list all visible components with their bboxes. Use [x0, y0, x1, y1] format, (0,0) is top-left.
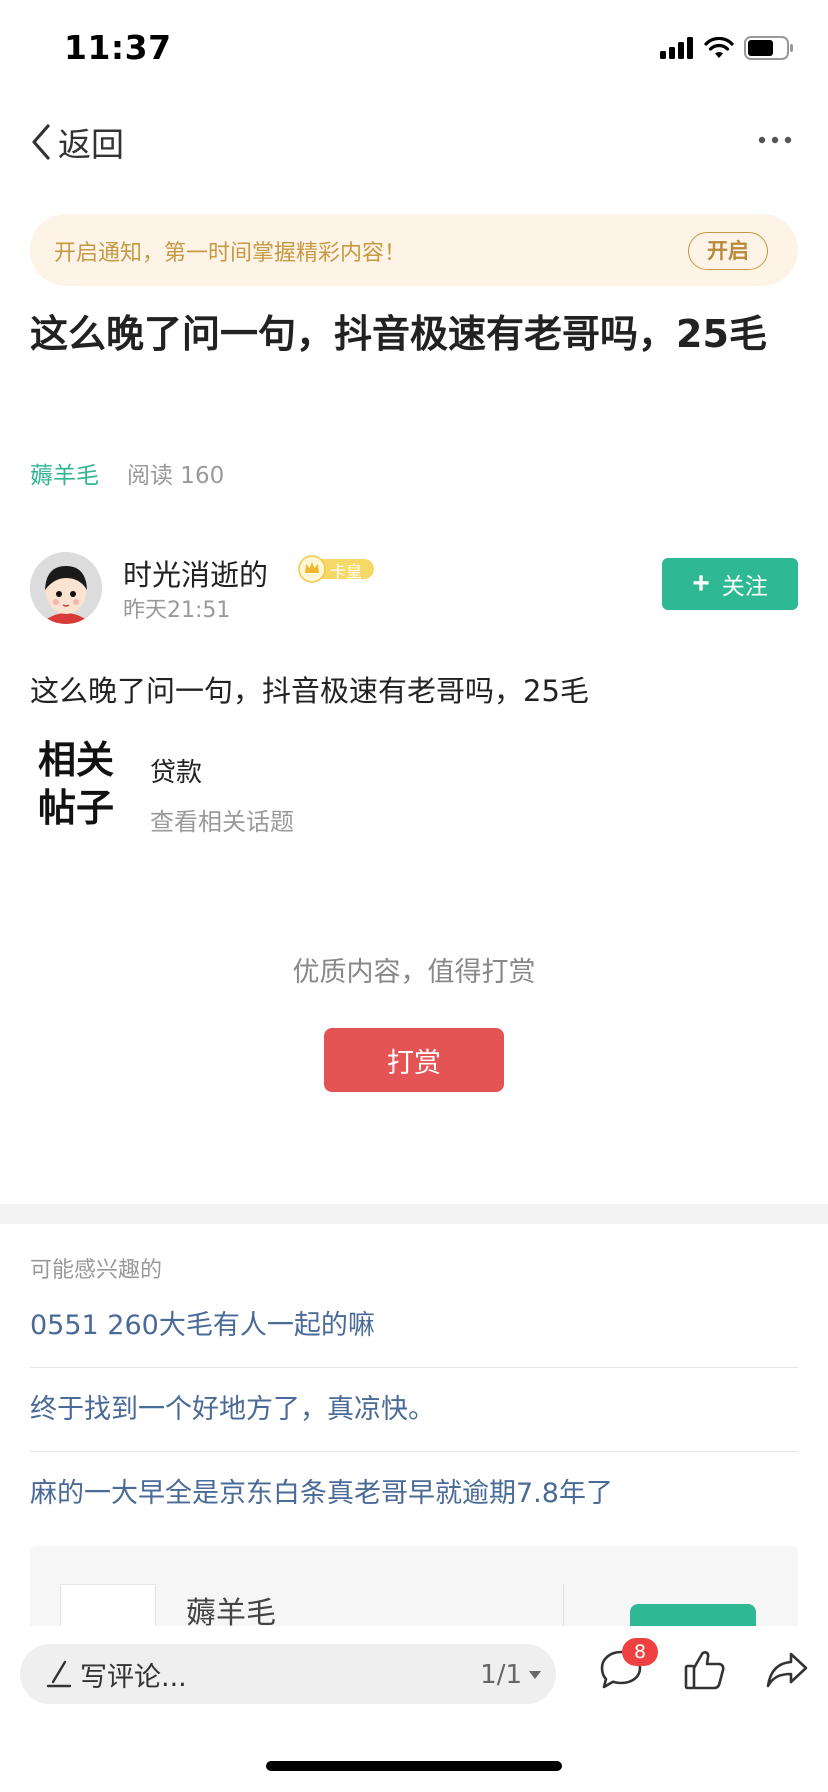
- post-body: 这么晚了问一句，抖音极速有老哥吗，25毛: [30, 674, 589, 708]
- wifi-icon: [704, 37, 734, 58]
- share-button[interactable]: [764, 1648, 810, 1696]
- post-meta: 薅羊毛 阅读 160: [30, 456, 224, 490]
- interest-item[interactable]: 0551 260大毛有人一起的嘛: [30, 1284, 798, 1368]
- follow-label: 关注: [721, 573, 768, 599]
- battery-icon: [744, 36, 793, 60]
- related-topic[interactable]: 贷款: [150, 752, 202, 789]
- notification-text: 开启通知，第一时间掌握精彩内容！: [54, 241, 407, 266]
- more-dots-icon: [758, 136, 792, 144]
- view-related-topics-link[interactable]: 查看相关话题: [150, 802, 294, 837]
- home-indicator: [266, 1761, 562, 1771]
- like-button[interactable]: [682, 1648, 728, 1696]
- post-title: 这么晚了问一句，抖音极速有老哥吗，25毛: [30, 312, 767, 356]
- post-tag[interactable]: 薅羊毛: [30, 456, 99, 490]
- back-button[interactable]: 返回: [28, 118, 124, 166]
- share-icon: [766, 1652, 808, 1688]
- thumb-up-icon: [684, 1651, 725, 1690]
- related-posts: 相关帖子 贷款 查看相关话题: [30, 736, 430, 836]
- follow-button[interactable]: + 关注: [662, 558, 798, 610]
- pen-icon: [46, 1660, 72, 1688]
- signal-icon: [660, 37, 693, 59]
- interest-item[interactable]: 终于找到一个好地方了，真凉快。: [30, 1368, 798, 1452]
- related-posts-label: 相关帖子: [38, 737, 115, 830]
- avatar-image: [30, 552, 102, 624]
- page-indicator-text: 1/1: [480, 1660, 522, 1690]
- interest-item[interactable]: 麻的一大早全是京东白条真老哥早就逾期7.8年了: [30, 1452, 798, 1536]
- plus-icon: +: [692, 567, 710, 600]
- vip-badge: 卡皇: [298, 555, 374, 583]
- interest-list: 0551 260大毛有人一起的嘛 终于找到一个好地方了，真凉快。 麻的一大早全是…: [30, 1284, 798, 1536]
- comment-count-badge: 8: [622, 1638, 658, 1666]
- back-label: 返回: [58, 125, 124, 164]
- avatar[interactable]: [30, 552, 102, 624]
- page-indicator[interactable]: 1/1: [480, 1660, 542, 1690]
- comments-button[interactable]: 8: [598, 1638, 658, 1696]
- author-name[interactable]: 时光消逝的: [123, 552, 268, 594]
- section-divider: [0, 1204, 828, 1224]
- reward-hint: 优质内容，值得打赏: [292, 957, 536, 988]
- reward-button[interactable]: 打赏: [324, 1028, 504, 1092]
- read-count: 阅读 160: [127, 463, 225, 489]
- status-icons: [660, 36, 794, 60]
- notification-banner: 开启通知，第一时间掌握精彩内容！ 开启: [30, 214, 798, 286]
- status-bar: 11:37: [0, 0, 828, 100]
- nav-bar: 返回: [0, 100, 828, 180]
- interest-section-label: 可能感兴趣的: [30, 1258, 163, 1283]
- comment-input[interactable]: 写评论... 1/1: [20, 1644, 556, 1704]
- vip-badge-text: 卡皇: [330, 562, 363, 581]
- back-chevron-icon: [32, 124, 50, 160]
- author-row: 时光消逝的 卡皇 昨天21:51 + 关注: [30, 552, 798, 626]
- status-time: 11:37: [64, 28, 172, 67]
- more-button[interactable]: [758, 130, 792, 149]
- enable-notification-button[interactable]: 开启: [688, 232, 768, 270]
- post-time: 昨天21:51: [123, 598, 231, 623]
- comment-placeholder: 写评论...: [80, 1661, 187, 1693]
- caret-down-icon: [529, 1671, 541, 1679]
